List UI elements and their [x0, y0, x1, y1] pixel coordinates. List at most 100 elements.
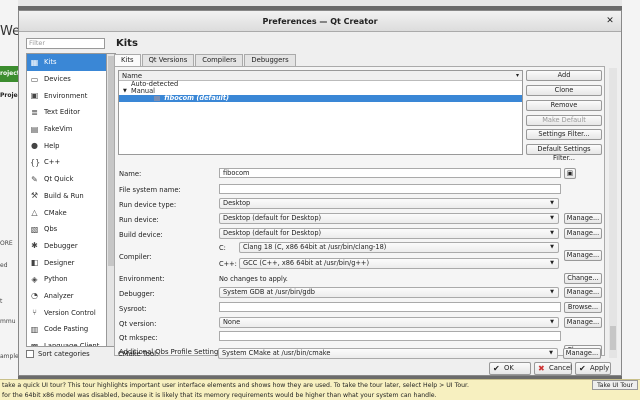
category-item[interactable]: ◧ Designer: [27, 254, 115, 271]
category-item[interactable]: ▥ Code Pasting: [27, 321, 115, 338]
select-value: Desktop: [223, 199, 251, 207]
category-label: Language Client: [44, 342, 100, 347]
category-item[interactable]: ⑂ Version Control: [27, 304, 115, 321]
fakevim-icon: ▤: [30, 124, 39, 134]
category-item[interactable]: ▤ FakeVim: [27, 121, 115, 138]
checkbox-icon[interactable]: [26, 350, 34, 358]
ok-button[interactable]: ✔ OK: [489, 362, 531, 375]
qt-version-label: Qt version:: [119, 320, 157, 328]
category-item[interactable]: ◈ Python: [27, 271, 115, 288]
sysroot-label: Sysroot:: [119, 305, 147, 313]
chevron-down-icon: ▼: [550, 244, 554, 250]
category-item[interactable]: ● Help: [27, 137, 115, 154]
manage-build-device-button[interactable]: Manage...: [564, 228, 602, 239]
remove-button[interactable]: Remove: [526, 100, 602, 111]
change-environment-button[interactable]: Change...: [564, 273, 602, 284]
tab-qt-versions[interactable]: Qt Versions: [141, 54, 195, 66]
cpp-compiler-select[interactable]: GCC (C++, x86 64bit at /usr/bin/g++) ▼: [239, 258, 559, 269]
close-icon[interactable]: ✕: [605, 16, 615, 26]
text-editor-icon: ≣: [31, 107, 38, 117]
select-value: System CMake at /usr/bin/cmake: [222, 349, 331, 357]
cmake-tool-label: CMake Tool:: [118, 350, 159, 358]
category-item[interactable]: ▧ Qbs: [27, 221, 115, 238]
category-label: Environment: [44, 91, 88, 100]
build-run-icon: ⚒: [30, 191, 39, 201]
make-default-button[interactable]: Make Default: [526, 115, 602, 126]
tree-row-label: Manual: [131, 87, 155, 95]
sysroot-field[interactable]: [219, 302, 561, 312]
category-label: Version Control: [44, 308, 96, 317]
clone-button[interactable]: Clone: [526, 85, 602, 96]
debugger-select[interactable]: System GDB at /usr/bin/gdb ▼: [219, 287, 559, 298]
python-icon: ◈: [31, 274, 38, 284]
ui-tour-bar: take a quick UI tour? This tour highligh…: [0, 379, 640, 391]
category-item[interactable]: ◔ Analyzer: [27, 288, 115, 305]
tab-kits[interactable]: Kits: [114, 54, 141, 66]
kits-tree[interactable]: Name ▾ Auto-detected ▼ Manual fibocom (d…: [118, 70, 523, 155]
add-button[interactable]: Add: [526, 70, 602, 81]
dialog-titlebar[interactable]: Preferences — Qt Creator ✕: [19, 11, 621, 32]
category-item[interactable]: ⚒ Build & Run: [27, 188, 115, 205]
build-device-select[interactable]: Desktop (default for Desktop) ▼: [219, 228, 559, 239]
sort-categories-checkbox[interactable]: Sort categories: [26, 350, 90, 358]
category-label: Debugger: [44, 241, 78, 250]
category-item[interactable]: △ CMake: [27, 204, 115, 221]
cmake-tool-select[interactable]: System CMake at /usr/bin/cmake ▼: [218, 348, 558, 359]
category-label: Analyzer: [44, 291, 74, 300]
tree-row-auto-detected[interactable]: Auto-detected: [119, 81, 522, 88]
category-item[interactable]: ≣ Text Editor: [27, 104, 115, 121]
tab-debuggers[interactable]: Debuggers: [244, 54, 296, 66]
build-device-label: Build device:: [119, 231, 163, 239]
manage-debugger-button[interactable]: Manage...: [564, 287, 602, 298]
manage-compiler-button[interactable]: Manage...: [564, 250, 602, 261]
select-value: None: [223, 318, 241, 326]
fs-name-field[interactable]: [219, 184, 561, 194]
projects-button-fragment[interactable]: roject: [0, 66, 20, 82]
c-compiler-select[interactable]: Clang 18 (C, x86 64bit at /usr/bin/clang…: [239, 242, 559, 253]
tree-row-fibocom[interactable]: fibocom (default): [119, 95, 522, 102]
category-label: C++: [44, 158, 61, 167]
select-value: Desktop (default for Desktop): [223, 214, 322, 222]
kits-scrollbar[interactable]: [609, 68, 617, 358]
settings-filter-button[interactable]: Settings Filter...: [526, 129, 602, 140]
category-item[interactable]: ▣ Environment: [27, 87, 115, 104]
scrollbar-thumb[interactable]: [610, 326, 616, 350]
background-text: t: [0, 298, 3, 305]
cancel-button[interactable]: ✖ Cancel: [534, 362, 572, 375]
manage-qt-version-button[interactable]: Manage...: [564, 317, 602, 328]
default-settings-filter-button[interactable]: Default Settings Filter...: [526, 144, 602, 162]
chevron-down-icon: ▼: [550, 215, 554, 221]
kit-icon-button[interactable]: ▣: [564, 168, 576, 179]
category-item[interactable]: ✎ Qt Quick: [27, 171, 115, 188]
qt-version-select[interactable]: None ▼: [219, 317, 559, 328]
manage-cmake-button[interactable]: Manage...: [563, 348, 601, 359]
run-device-label: Run device:: [119, 216, 159, 224]
category-item[interactable]: ▩ Language Client: [27, 338, 115, 347]
category-label: Code Pasting: [44, 325, 89, 334]
browse-sysroot-button[interactable]: Browse...: [564, 302, 602, 313]
category-item[interactable]: ▦ Kits: [27, 54, 115, 71]
category-item[interactable]: ▭ Devices: [27, 71, 115, 88]
tab-compilers[interactable]: Compilers: [195, 54, 244, 66]
ok-label: OK: [504, 364, 514, 372]
qt-mkspec-field[interactable]: [219, 331, 561, 341]
debugger-label: Debugger:: [119, 290, 155, 298]
run-device-select[interactable]: Desktop (default for Desktop) ▼: [219, 213, 559, 224]
fs-name-label: File system name:: [119, 186, 181, 194]
category-item[interactable]: {} C++: [27, 154, 115, 171]
apply-button[interactable]: ✔ Apply: [575, 362, 611, 375]
filter-input[interactable]: Filter: [26, 38, 105, 49]
environment-value: No changes to apply.: [219, 275, 288, 283]
tree-header[interactable]: Name ▾: [119, 71, 522, 81]
category-label: Text Editor: [44, 108, 81, 117]
category-item[interactable]: ✱ Debugger: [27, 238, 115, 255]
cmake-icon: △: [31, 208, 38, 218]
compiler-cpp-label: C++:: [219, 260, 237, 268]
dialog-title: Preferences — Qt Creator: [262, 17, 378, 26]
run-device-type-select[interactable]: Desktop ▼: [219, 198, 559, 209]
name-field[interactable]: fibocom: [219, 168, 561, 178]
select-value: GCC (C++, x86 64bit at /usr/bin/g++): [243, 259, 370, 267]
expand-arrow-icon[interactable]: ▼: [123, 88, 127, 95]
take-ui-tour-button[interactable]: Take UI Tour: [592, 380, 638, 390]
manage-run-device-button[interactable]: Manage...: [564, 213, 602, 224]
